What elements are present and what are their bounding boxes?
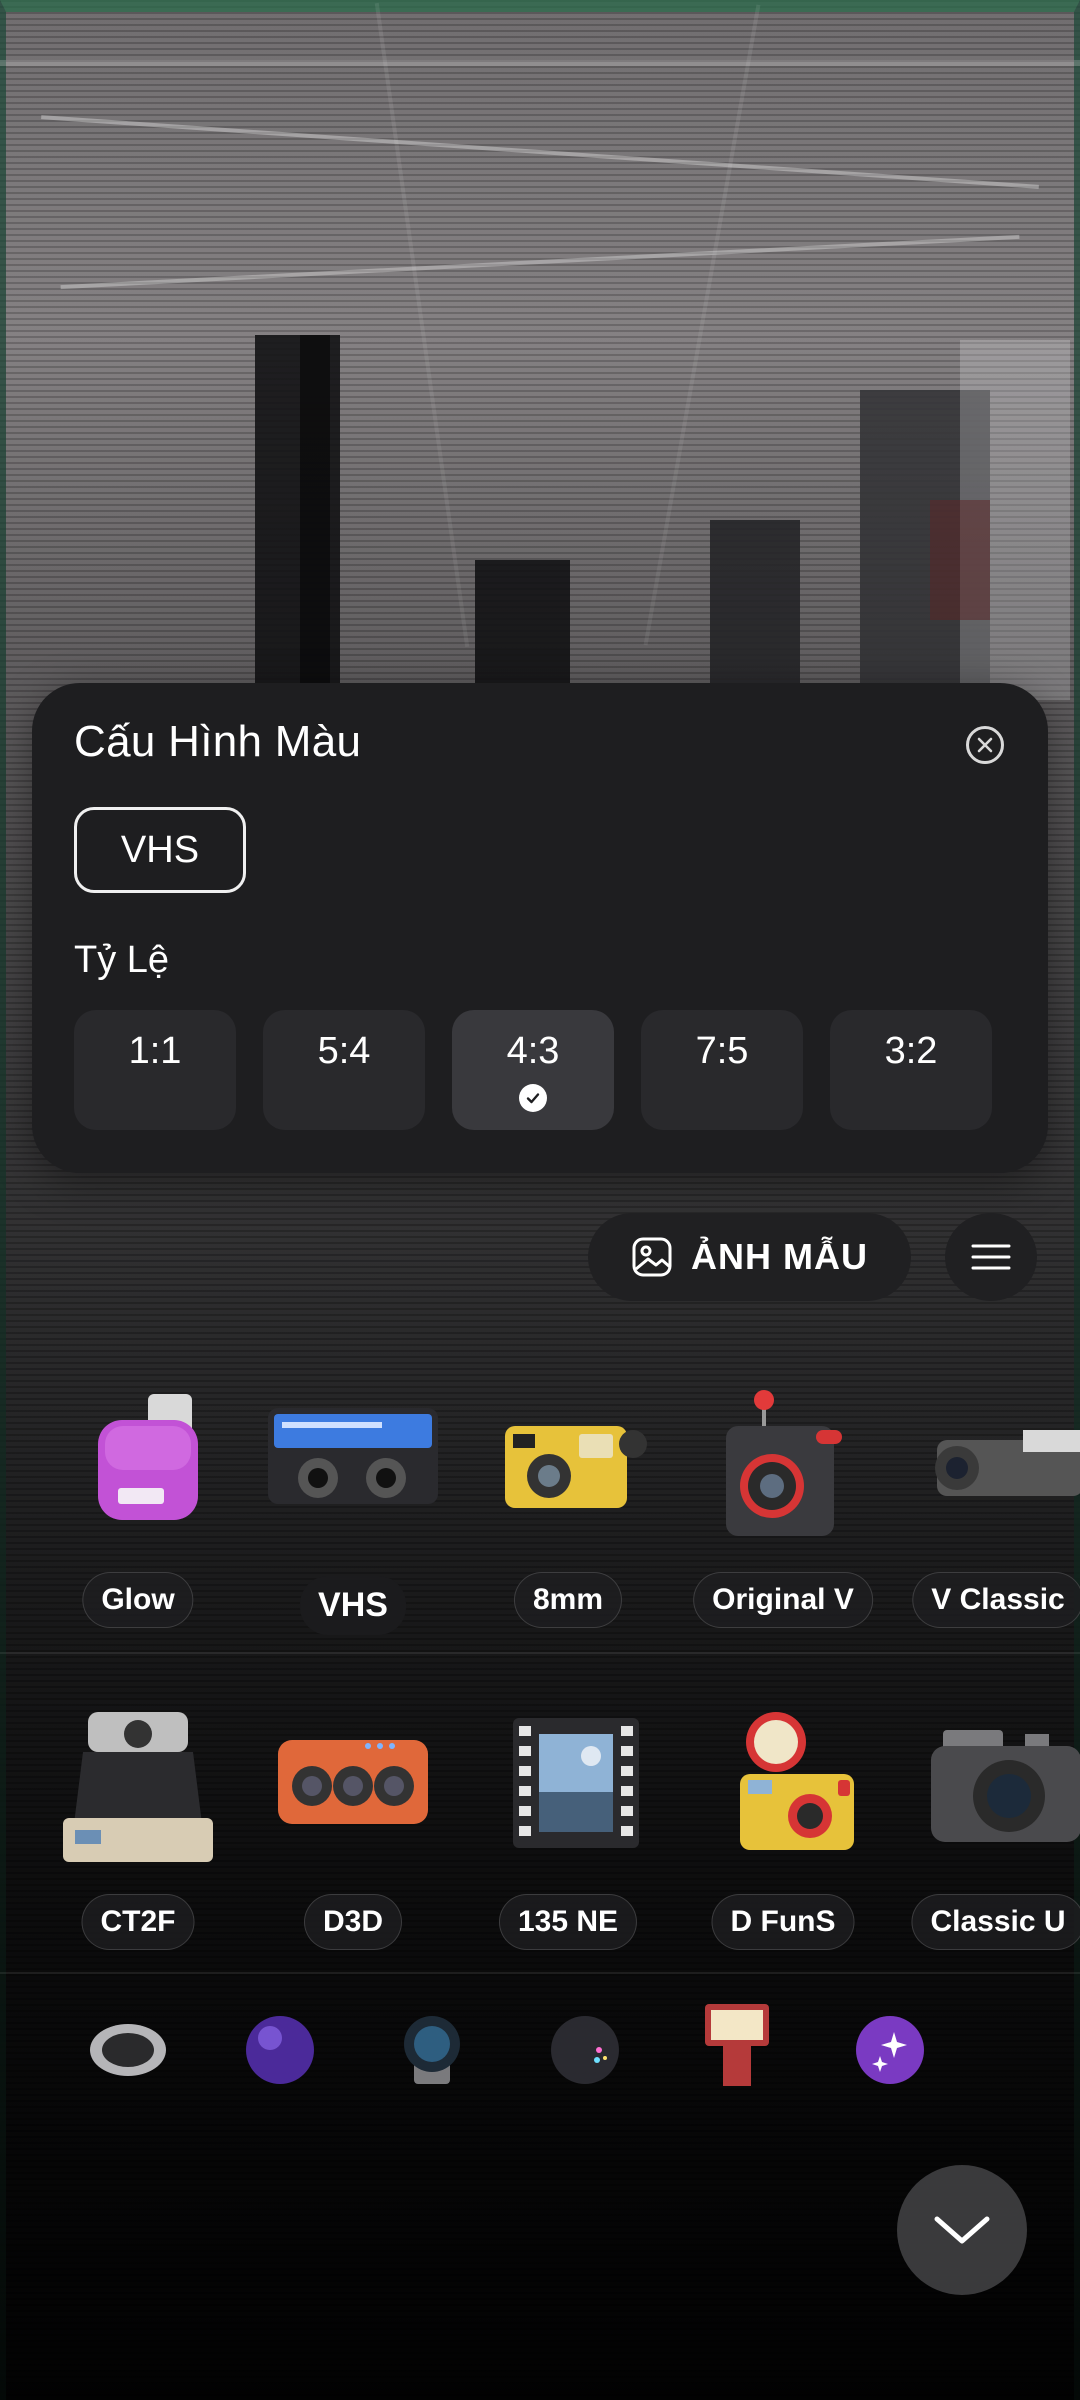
ratio-option-1-1[interactable]: 1:1	[74, 1010, 236, 1130]
close-icon	[977, 737, 993, 753]
ratio-label: 1:1	[128, 1030, 182, 1072]
camera-glow[interactable]: Glow	[33, 1390, 243, 1680]
original-v-camera-icon	[726, 1390, 842, 1536]
image-icon	[632, 1237, 672, 1277]
camera-row-1: Glow VHS 8mm Original V V Classic	[0, 1390, 1080, 1680]
ratio-section-label: Tỷ Lệ	[74, 939, 170, 981]
ratio-option-5-4[interactable]: 5:4	[263, 1010, 425, 1130]
camera-v-classic[interactable]: V Classic	[893, 1390, 1080, 1680]
camera-classic-u[interactable]: Classic U	[893, 1712, 1080, 2002]
camera-8mm[interactable]: 8mm	[463, 1390, 673, 1680]
camera-label: 135 NE	[498, 1894, 638, 1950]
collapse-button[interactable]	[897, 2165, 1027, 2295]
vhs-camera-icon	[268, 1408, 438, 1504]
camera-d3d[interactable]: D3D	[248, 1712, 458, 2002]
color-config-panel: Cấu Hình Màu VHS Tỷ Lệ 1:1 5:4 4:3 7:5 3…	[32, 683, 1048, 1173]
ratio-option-7-5[interactable]: 7:5	[641, 1010, 803, 1130]
ct2f-camera-icon	[63, 1712, 213, 1862]
film-strip-icon	[513, 1718, 639, 1848]
purple-sphere-icon[interactable]	[240, 2010, 320, 2090]
camera-row-2: CT2F D3D 135 NE D FunS Classic U	[0, 1712, 1080, 2002]
menu-button[interactable]	[945, 1213, 1037, 1301]
sample-button-label: ẢNH MẪU	[691, 1236, 868, 1277]
panel-title: Cấu Hình Màu	[74, 717, 362, 766]
check-icon	[519, 1084, 547, 1112]
flash-icon[interactable]	[697, 2000, 777, 2090]
sparkle-sphere-icon[interactable]	[850, 2010, 930, 2090]
camera-label: Original V	[693, 1572, 873, 1628]
8mm-camera-icon	[505, 1426, 647, 1508]
camera-original-v[interactable]: Original V	[678, 1390, 888, 1680]
preset-chip-vhs[interactable]: VHS	[74, 807, 246, 893]
oval-lens-icon[interactable]	[88, 2010, 168, 2090]
camera-label: D3D	[303, 1894, 403, 1950]
ratio-options: 1:1 5:4 4:3 7:5 3:2	[74, 1010, 1022, 1130]
glow-camera-icon	[98, 1394, 198, 1520]
camera-label: Glow	[82, 1572, 194, 1628]
camera-label: V Classic	[912, 1572, 1080, 1628]
camera-label: VHS	[300, 1576, 406, 1635]
blue-lens-icon[interactable]	[392, 2010, 472, 2090]
sample-photos-button[interactable]: ẢNH MẪU	[588, 1213, 911, 1301]
camera-label: Classic U	[911, 1894, 1080, 1950]
d-funs-camera-icon	[740, 1712, 854, 1850]
divider	[0, 1972, 1080, 1974]
ratio-label: 5:4	[317, 1030, 371, 1072]
ratio-label: 3:2	[884, 1030, 938, 1072]
camera-d-funs[interactable]: D FunS	[678, 1712, 888, 2002]
camera-label: D FunS	[711, 1894, 855, 1950]
camera-label: 8mm	[513, 1572, 623, 1628]
camera-ct2f[interactable]: CT2F	[33, 1712, 243, 2002]
camera-135-ne[interactable]: 135 NE	[463, 1712, 673, 2002]
ratio-label: 4:3	[506, 1030, 560, 1072]
ratio-option-4-3[interactable]: 4:3	[452, 1010, 614, 1130]
v-classic-camera-icon	[935, 1430, 1080, 1496]
camera-vhs[interactable]: VHS	[248, 1390, 458, 1680]
classic-u-camera-icon	[931, 1730, 1080, 1842]
chevron-down-icon	[934, 2216, 990, 2244]
divider	[0, 1652, 1080, 1654]
close-button[interactable]	[966, 726, 1004, 764]
camera-label: CT2F	[81, 1894, 195, 1950]
hamburger-icon	[971, 1244, 1011, 1270]
glitter-sphere-icon[interactable]	[545, 2010, 625, 2090]
ratio-option-3-2[interactable]: 3:2	[830, 1010, 992, 1130]
ratio-label: 7:5	[695, 1030, 749, 1072]
d3d-camera-icon	[278, 1740, 428, 1824]
